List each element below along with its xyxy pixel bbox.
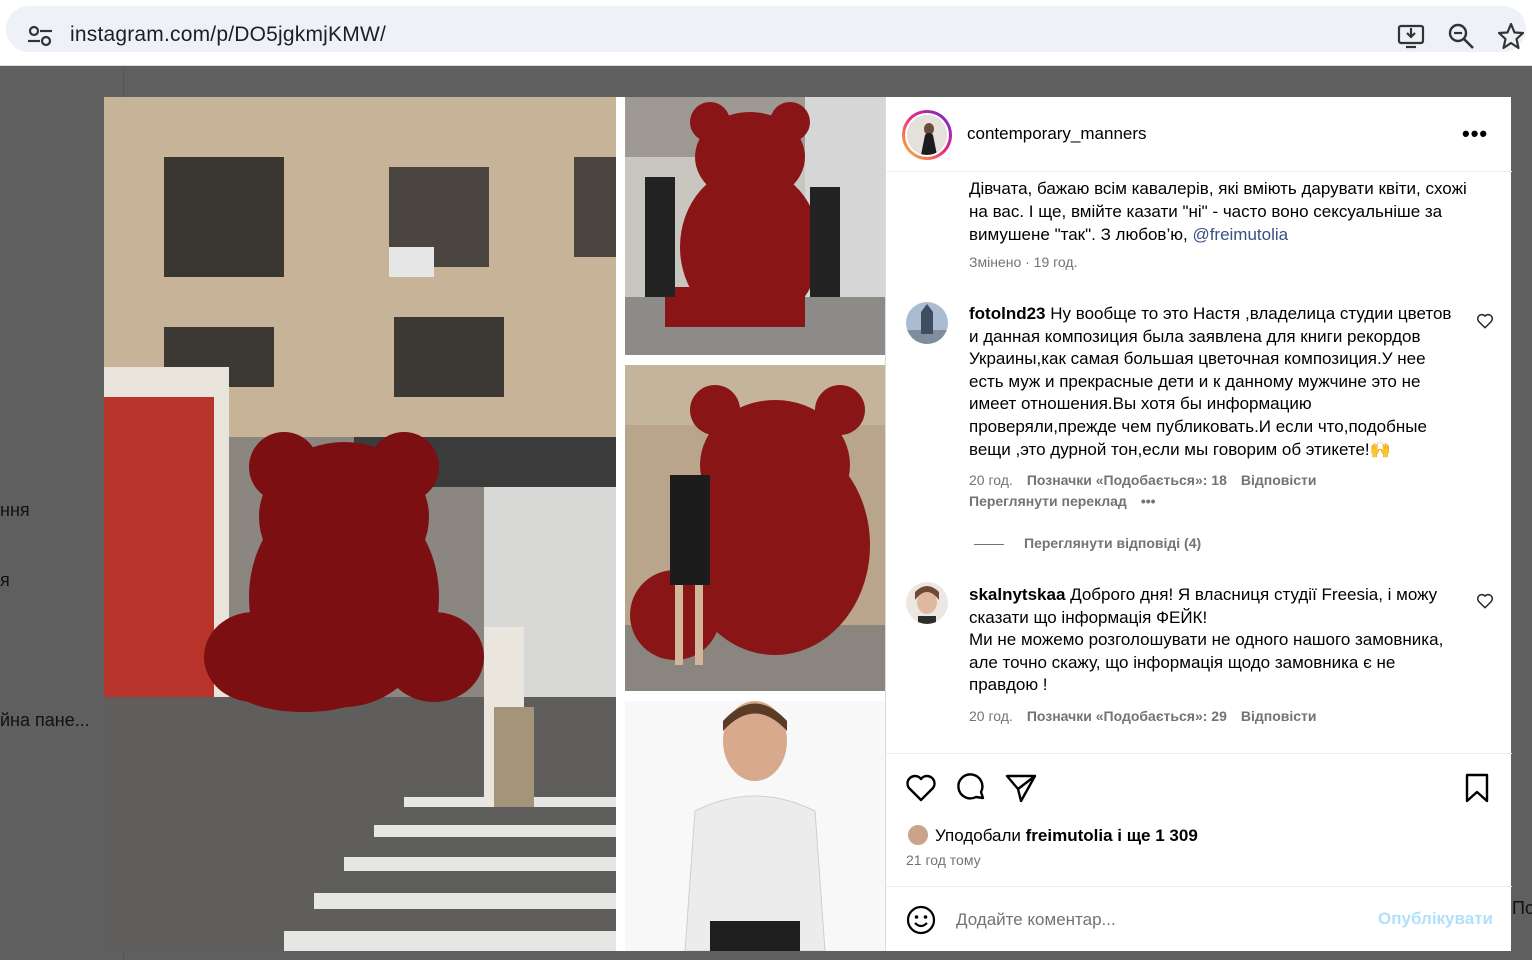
comment-body: fotolnd23 Ну вообще то это Настя ,владел…: [969, 303, 1464, 461]
share-paper-plane-icon[interactable]: [1004, 771, 1038, 805]
url-text[interactable]: instagram.com/p/DO5jgkmjKMW/: [70, 23, 386, 47]
comment-bubble-icon[interactable]: [954, 771, 988, 805]
install-app-icon[interactable]: [1397, 22, 1425, 50]
photo-man-portrait: [625, 701, 885, 951]
comment-avatar[interactable]: [906, 582, 948, 624]
likes-summary: Уподобали freimutolia і ще 1 309: [935, 826, 1198, 846]
publish-comment-button[interactable]: Опублікувати: [1378, 909, 1493, 929]
comment-like-heart-icon[interactable]: [1476, 592, 1494, 610]
comment-more-icon[interactable]: •••: [1141, 493, 1156, 509]
replies-divider: [974, 544, 1004, 545]
bg-right-strip: По: [1511, 66, 1532, 960]
caption-meta: Змінено · 19 год.: [969, 254, 1078, 270]
bg-sidebar-item: ння: [0, 500, 30, 520]
comment-time: 20 год.: [969, 472, 1013, 488]
browser-toolbar: instagram.com/p/DO5jgkmjKMW/: [0, 0, 1532, 66]
comment-meta: 20 год. Позначки «Подобається»: 29 Відпові…: [969, 708, 1331, 724]
comment-avatar[interactable]: [906, 302, 948, 344]
comment-body: skalnytskaa Доброго дня! Я власниця студ…: [969, 584, 1464, 697]
post-media[interactable]: [104, 97, 885, 951]
author-avatar[interactable]: [902, 110, 952, 160]
more-options-icon[interactable]: •••: [1462, 121, 1488, 147]
comment-reply-button[interactable]: Відповісти: [1241, 472, 1317, 488]
caption-mention-link[interactable]: @freimutolia: [1192, 225, 1288, 244]
tune-icon[interactable]: [26, 24, 54, 48]
bg-right-text: По: [1512, 898, 1532, 918]
liker-username[interactable]: freimutolia: [1026, 826, 1113, 845]
comment-likes[interactable]: Позначки «Подобається»: 29: [1027, 708, 1227, 724]
comment-meta-2: Переглянути переклад •••: [969, 493, 1170, 509]
photo-bear-woman: [625, 365, 885, 691]
author-username[interactable]: contemporary_manners: [967, 124, 1147, 144]
add-comment-bar: Опублікувати: [886, 886, 1512, 951]
comment-time: 20 год.: [969, 708, 1013, 724]
likes-count[interactable]: і ще 1 309: [1113, 826, 1198, 845]
liker-avatar[interactable]: [906, 823, 930, 847]
view-replies-button[interactable]: Переглянути відповіді (4): [1024, 535, 1201, 551]
bg-sidebar-item: йна пане...: [0, 710, 90, 730]
comment-reply-button[interactable]: Відповісти: [1241, 708, 1317, 724]
address-bar[interactable]: instagram.com/p/DO5jgkmjKMW/: [6, 6, 1526, 52]
comment-like-heart-icon[interactable]: [1476, 312, 1494, 330]
zoom-out-icon[interactable]: [1447, 22, 1475, 50]
post-caption: Дівчата, бажаю всім кавалерів, які вміют…: [969, 177, 1469, 246]
photo-bear-cart: [625, 97, 885, 355]
photo-street-bear: [104, 97, 616, 951]
post-time-ago: 21 год тому: [906, 852, 981, 868]
view-translation-button[interactable]: Переглянути переклад: [969, 493, 1127, 509]
comment-text: Ну вообще то это Настя ,владелица студии…: [969, 304, 1452, 459]
emoji-icon[interactable]: [906, 905, 936, 935]
comment-likes[interactable]: Позначки «Подобається»: 18: [1027, 472, 1227, 488]
likes-prefix: Уподобали: [935, 826, 1026, 845]
like-heart-icon[interactable]: [904, 771, 938, 805]
comment-meta: 20 год. Позначки «Подобається»: 18 Відпові…: [969, 472, 1331, 488]
post-header: contemporary_manners •••: [886, 97, 1512, 172]
comment-input[interactable]: [956, 907, 1366, 933]
post-details-panel: contemporary_manners ••• Дівчата, бажаю …: [885, 97, 1512, 951]
bg-sidebar-item: я: [0, 570, 10, 590]
comment-username[interactable]: skalnytskaa: [969, 585, 1065, 604]
bookmark-star-icon[interactable]: [1497, 22, 1525, 50]
save-bookmark-icon[interactable]: [1460, 771, 1494, 805]
comment-username[interactable]: fotolnd23: [969, 304, 1046, 323]
